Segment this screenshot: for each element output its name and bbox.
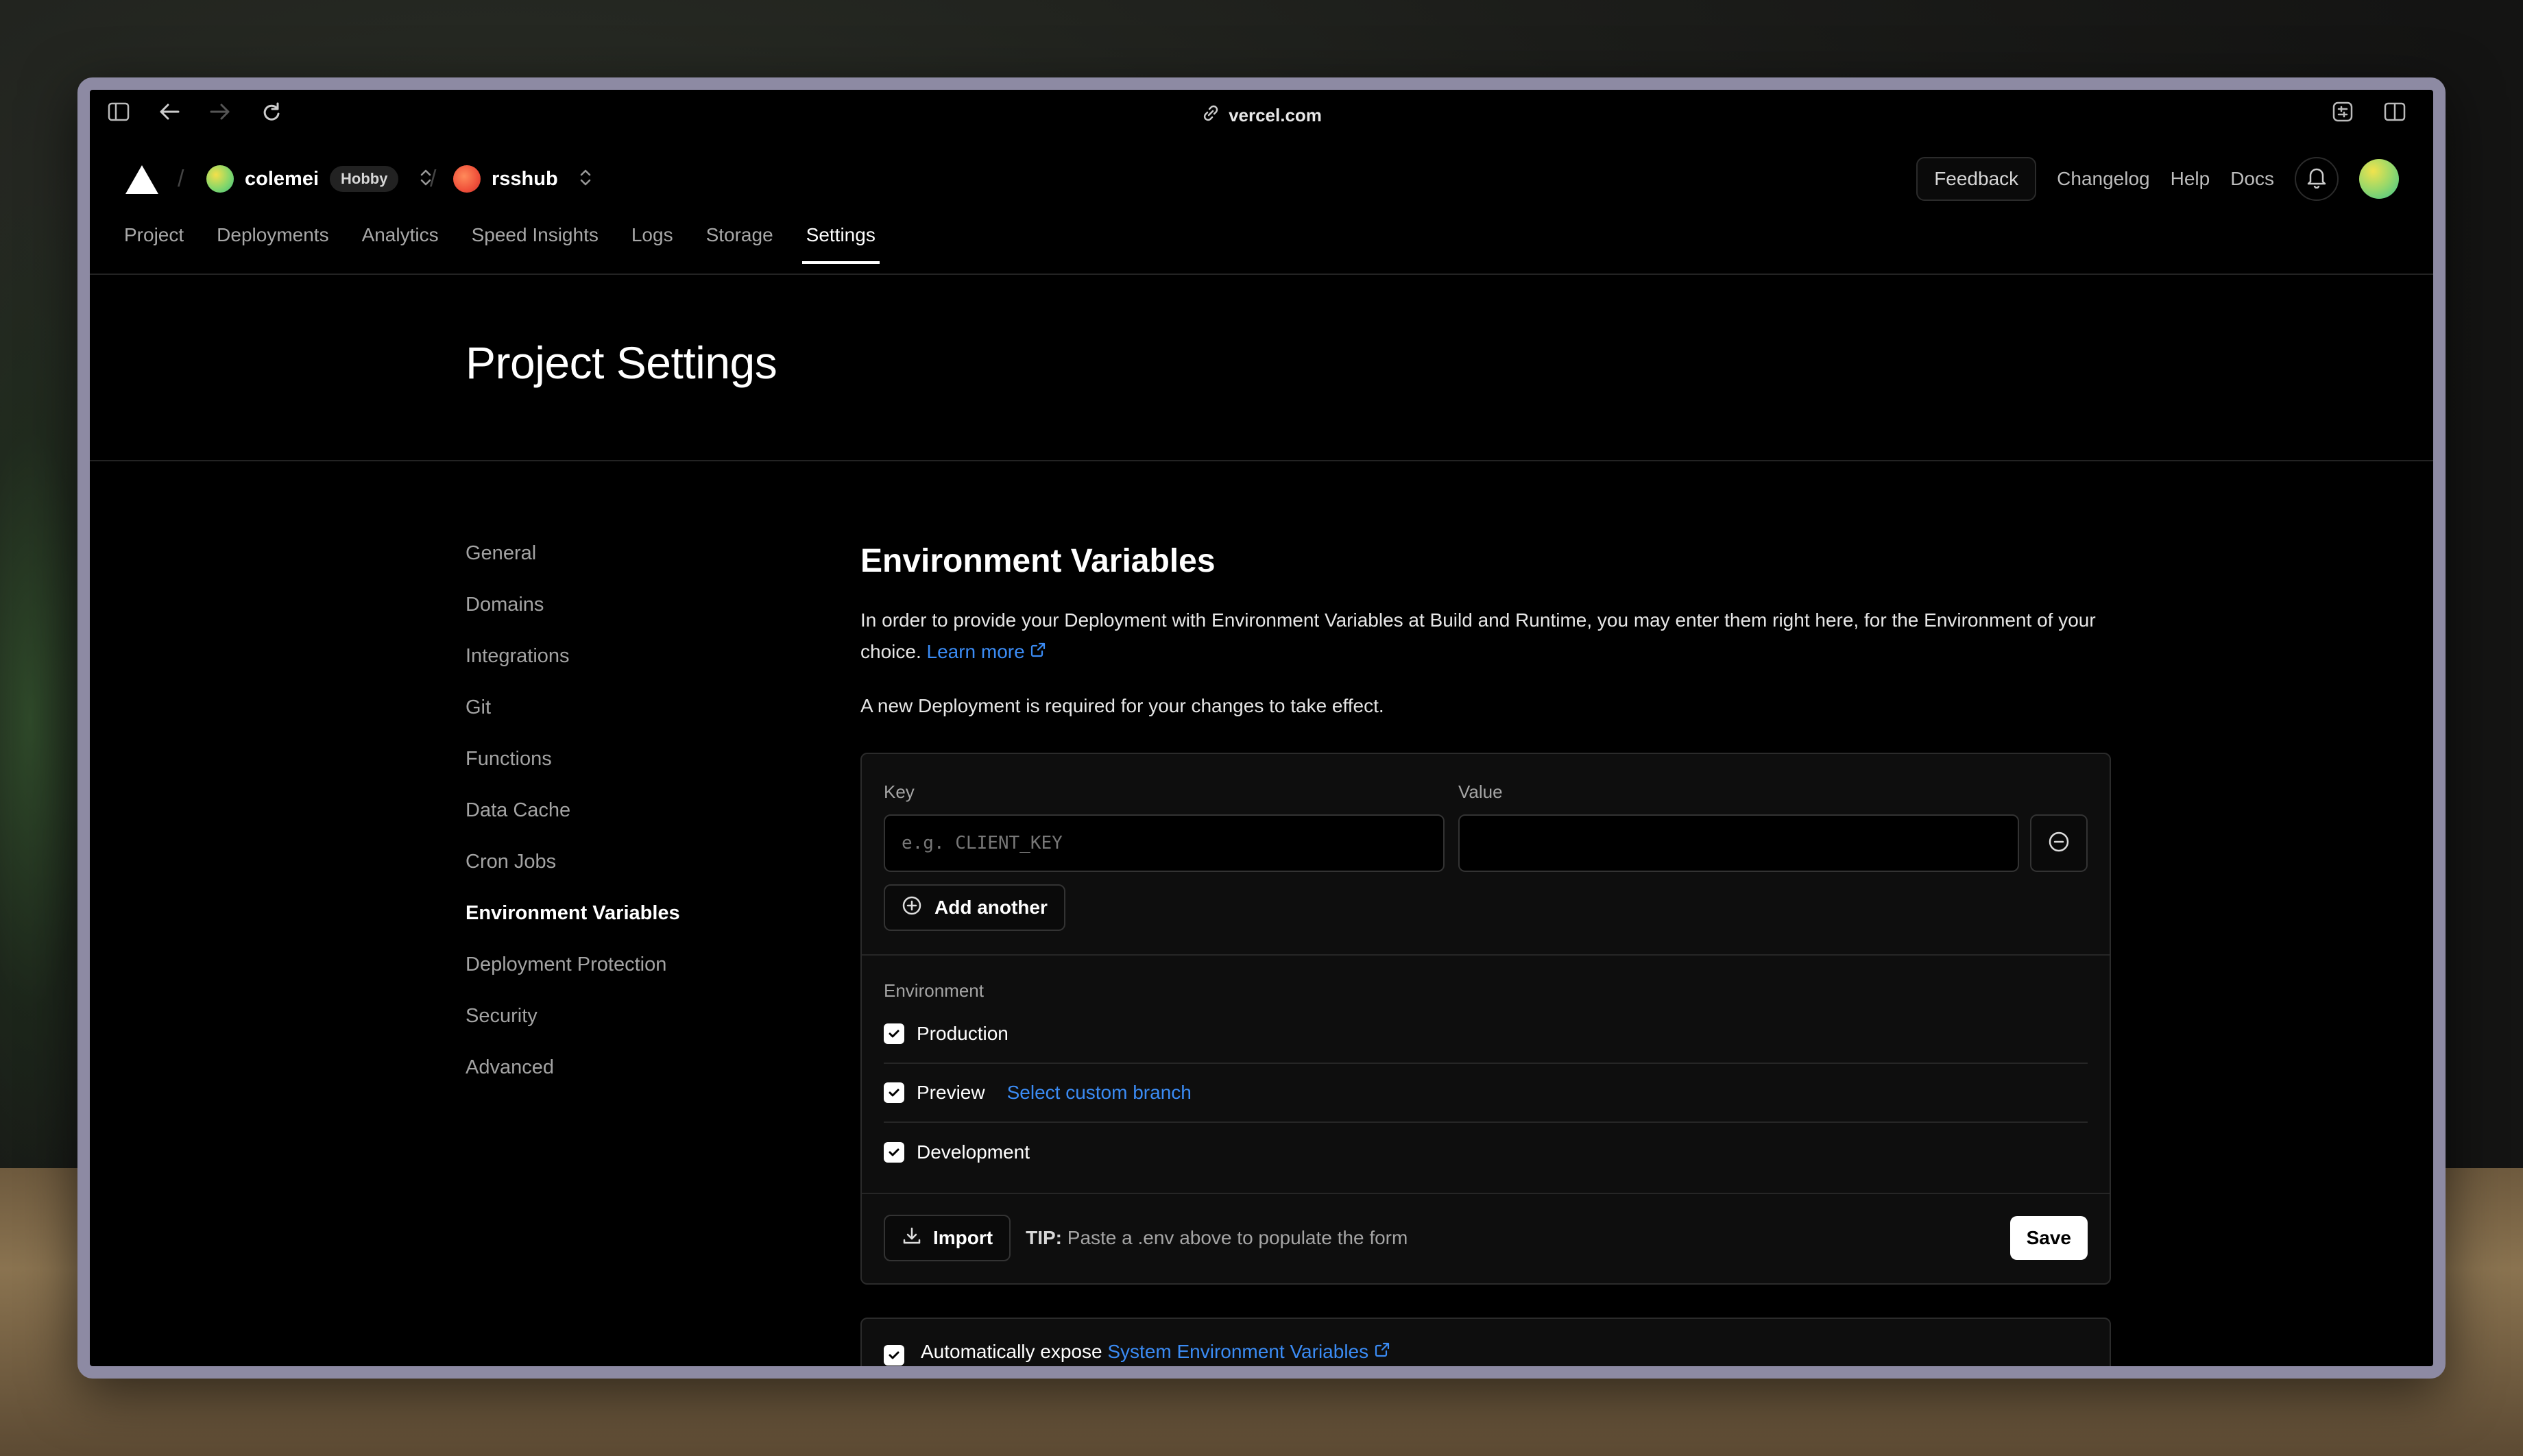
download-icon [902,1226,922,1251]
tab-speed-insights[interactable]: Speed Insights [472,224,599,264]
auto-expose-text: Automatically expose System Environment … [921,1341,1390,1363]
team-name: colemei [245,167,319,190]
key-input[interactable]: e.g. CLIENT_KEY [884,814,1445,872]
system-env-vars-link[interactable]: System Environment Variables [1107,1341,1390,1362]
remove-row-button[interactable] [2030,814,2088,872]
team-avatar [206,165,234,193]
sidebar-item-domains[interactable]: Domains [466,594,680,616]
project-switcher[interactable]: rsshub [453,165,592,193]
reload-icon[interactable] [257,98,285,125]
deployment-note: A new Deployment is required for your ch… [860,695,1384,716]
sidebar-item-data-cache[interactable]: Data Cache [466,799,680,822]
section-title: Environment Variables [860,543,1216,579]
select-custom-branch-link[interactable]: Select custom branch [1007,1082,1192,1104]
help-link[interactable]: Help [2171,168,2210,190]
chevron-updown-icon[interactable] [579,167,592,192]
env-row-production[interactable]: Production [884,1005,2088,1064]
plus-circle-icon [902,895,922,921]
env-vars-section: Environment Variables In order to provid… [860,542,2115,1366]
sidebar-item-environment-variables[interactable]: Environment Variables [466,902,680,925]
changelog-link[interactable]: Changelog [2057,168,2149,190]
external-link-icon [1030,641,1046,662]
checkbox-auto-expose[interactable] [884,1345,904,1366]
sidebar-item-general[interactable]: General [466,542,680,565]
user-avatar[interactable] [2359,159,2399,199]
bell-icon [2306,167,2327,192]
env-var-form: Key Value e.g. CLIENT_KEY Add another En… [860,753,2111,1285]
add-another-label: Add another [934,897,1048,918]
sidebar-item-integrations[interactable]: Integrations [466,645,680,668]
vercel-logo-icon[interactable] [124,164,160,199]
project-avatar [453,165,481,193]
footer-divider [862,1193,2110,1194]
system-env-vars-label: System Environment Variables [1107,1341,1369,1362]
production-label: Production [917,1023,1009,1044]
checkbox-preview[interactable] [884,1082,904,1103]
checkbox-production[interactable] [884,1023,904,1044]
split-view-icon[interactable] [2381,98,2409,125]
value-input[interactable] [1458,814,2019,872]
page-title: Project Settings [466,337,777,388]
header-right: Feedback Changelog Help Docs [1916,157,2399,201]
sidebar-toggle-icon[interactable] [105,98,132,125]
preview-label: Preview [917,1082,985,1103]
form-divider [862,954,2110,956]
add-another-button[interactable]: Add another [884,884,1065,931]
forward-arrow-icon[interactable] [206,98,234,125]
development-label: Development [917,1141,1030,1163]
feedback-button[interactable]: Feedback [1916,157,2037,201]
learn-more-link[interactable]: Learn more [927,641,1047,662]
value-label: Value [1458,781,1503,802]
title-divider [90,460,2433,461]
minus-circle-icon [2048,831,2070,856]
notifications-button[interactable] [2295,157,2339,201]
sidebar-item-functions[interactable]: Functions [466,748,680,771]
section-description: In order to provide your Deployment with… [860,605,2115,668]
checkbox-development[interactable] [884,1142,904,1163]
sidebar-item-deployment-protection[interactable]: Deployment Protection [466,954,680,976]
team-switcher[interactable]: colemei Hobby [206,165,433,193]
browser-toolbar: vercel.com [90,90,2433,134]
tip-prefix: TIP: [1026,1227,1062,1248]
sidebar-item-security[interactable]: Security [466,1005,680,1028]
extension-icon[interactable] [2329,98,2356,125]
auto-expose-card: Automatically expose System Environment … [860,1318,2111,1366]
auto-expose-label: Automatically expose [921,1341,1102,1362]
sidebar-item-advanced[interactable]: Advanced [466,1056,680,1079]
tabs-divider [90,274,2433,275]
external-link-icon [1374,1341,1390,1362]
environment-label: Environment [884,980,984,1001]
env-row-preview[interactable]: Preview Select custom branch [884,1064,2088,1123]
url-text: vercel.com [1229,105,1322,125]
import-label: Import [933,1227,993,1248]
tab-project[interactable]: Project [124,224,184,264]
project-name: rsshub [492,167,558,190]
breadcrumb-separator: / [178,165,184,192]
address-bar[interactable]: vercel.com [1201,104,1322,128]
settings-sidebar: General Domains Integrations Git Functio… [466,542,680,1079]
tip-body: Paste a .env above to populate the form [1067,1227,1408,1248]
key-label: Key [884,781,915,802]
docs-link[interactable]: Docs [2230,168,2274,190]
sidebar-item-git[interactable]: Git [466,696,680,719]
back-arrow-icon[interactable] [156,98,183,125]
form-footer: Import TIP: Paste a .env above to popula… [884,1215,2088,1261]
tip-text: TIP: Paste a .env above to populate the … [1026,1227,1408,1249]
plan-badge: Hobby [330,166,399,192]
app-header: / colemei Hobby / rsshub Feedback Change… [90,151,2433,206]
import-button[interactable]: Import [884,1215,1011,1261]
link-icon [1201,104,1220,128]
tab-analytics[interactable]: Analytics [362,224,439,264]
project-tabs: Project Deployments Analytics Speed Insi… [124,224,880,264]
tab-storage[interactable]: Storage [706,224,773,264]
save-button[interactable]: Save [2009,1216,2088,1260]
breadcrumb-separator: / [430,165,437,192]
tab-deployments[interactable]: Deployments [217,224,328,264]
browser-window: vercel.com / colemei Hobby / rsshub Feed… [77,77,2446,1379]
tab-logs[interactable]: Logs [631,224,673,264]
learn-more-label: Learn more [926,641,1025,662]
sidebar-item-cron-jobs[interactable]: Cron Jobs [466,851,680,873]
env-row-development[interactable]: Development [884,1123,2088,1182]
tab-settings[interactable]: Settings [801,224,880,264]
